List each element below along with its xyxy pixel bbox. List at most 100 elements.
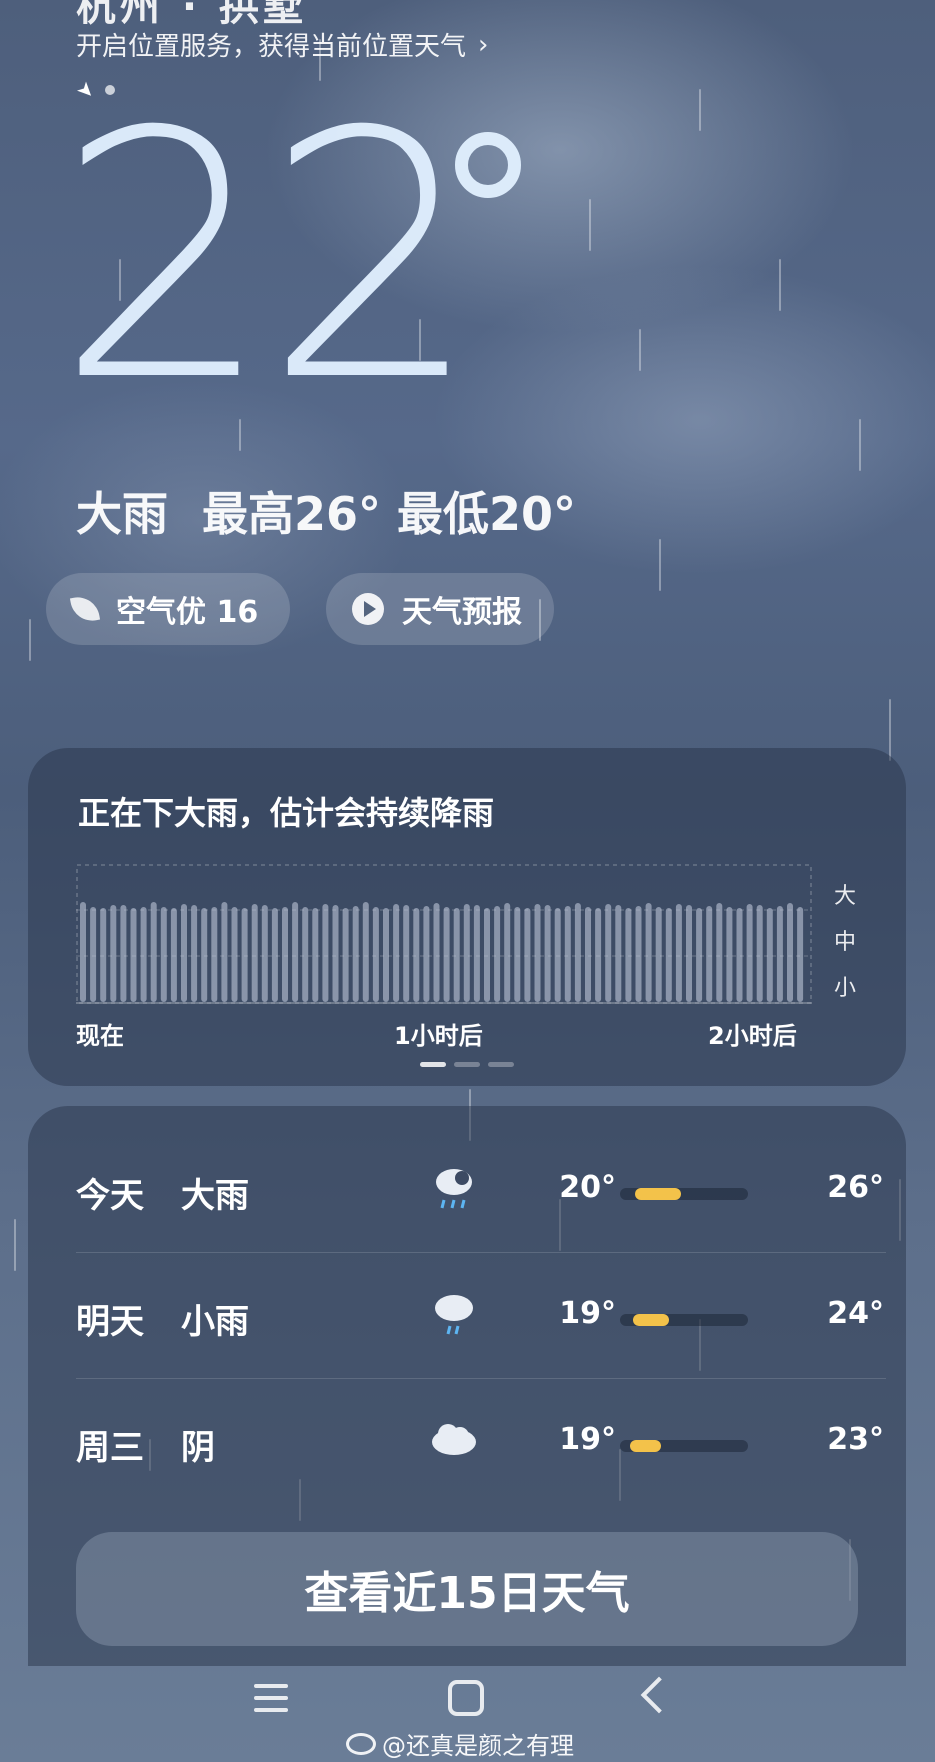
precip-bar [231,907,238,1002]
precip-bar [585,907,591,1002]
precip-bar [372,907,379,1002]
precip-bar [766,908,773,1002]
home-icon[interactable] [448,1680,484,1716]
precip-bar [514,907,521,1002]
precip-bar [140,907,147,1002]
precip-bar [362,902,369,1002]
precip-bar [665,908,672,1002]
precip-bar [544,905,551,1002]
precip-bar [352,906,359,1002]
precip-bar [191,905,198,1002]
precip-bar [635,906,642,1002]
location-service-prompt[interactable]: 开启位置服务，获得当前位置天气 › [76,26,488,63]
high-low: 最高26° 最低20° [202,478,576,544]
watermark-text: @还真是颜之有理 [382,1732,574,1760]
precip-bar [170,908,177,1002]
back-icon[interactable] [640,1676,678,1714]
leaf-icon [69,593,101,625]
precip-bar [534,904,541,1002]
precip-bar [423,906,430,1002]
weibo-logo-icon [346,1732,376,1755]
precip-bar [787,903,793,1002]
precip-bar [645,903,652,1002]
precip-bar [150,902,157,1002]
daily-row-wednesday[interactable]: 周三 阴 19° 23° [76,1378,886,1504]
precip-bar [675,904,682,1002]
precip-bar [443,907,450,1002]
precip-bar [625,908,632,1002]
precip-bar [453,908,460,1002]
precip-bar [524,908,531,1002]
precip-bar [312,908,319,1002]
precip-bar [574,903,581,1002]
precip-bar [130,908,137,1002]
precip-bar [110,905,117,1002]
day-condition: 小雨 [181,1302,249,1342]
pager-dot-1 [420,1062,446,1067]
time-2h: 2小时后 [708,1022,797,1050]
precip-bar [554,908,561,1002]
view-15-day-button[interactable]: 查看近15日天气 [76,1532,858,1646]
pager-dot-3 [488,1062,514,1067]
intensity-heavy: 大 [834,884,857,909]
heavy-rain-icon [436,1169,472,1209]
precip-bar [686,905,692,1002]
precip-bar [706,906,713,1002]
precip-bar [595,908,602,1002]
precip-bar [80,902,86,1002]
pager-dot-2 [454,1062,480,1067]
temp-range-bar [620,1440,748,1452]
time-1h: 1小时后 [394,1022,483,1050]
low-temp: 20° [559,1170,616,1205]
precip-bar [332,905,339,1002]
high-temp: 最高26° [202,487,382,541]
weather-screen: { "header": { "city_cut": "杭州 · 拱墅", "lo… [0,0,935,1762]
precip-bar [302,907,309,1002]
precip-bar [181,904,187,1002]
precip-bar [241,908,248,1002]
precip-bar [292,902,299,1002]
precip-bar [746,904,753,1002]
precip-bar [403,905,410,1002]
precip-bar [473,905,480,1002]
recent-apps-icon[interactable] [254,1684,288,1714]
precip-bar [484,908,490,1002]
high-temp: 23° [827,1422,884,1457]
precip-bar [756,905,763,1002]
aqi-label: 空气优 16 [116,595,259,630]
precip-bar [776,906,783,1002]
day-label: 明天 [76,1302,144,1342]
location-hint-text: 开启位置服务，获得当前位置天气 [76,32,467,62]
temp-range-bar [620,1188,748,1200]
intensity-light: 小 [834,976,857,1001]
high-temp: 26° [827,1170,884,1205]
precip-bar [90,907,97,1002]
precip-bar [696,908,703,1002]
low-temp: 19° [559,1422,616,1457]
precipitation-title: 正在下大雨，估计会持续降雨 [78,794,495,832]
precip-bar [342,908,349,1002]
precip-bar [716,903,723,1002]
precipitation-card[interactable]: 正在下大雨，估计会持续降雨 大 中 小 现在 1小时后 2小时后 [28,748,906,1086]
precip-bar [494,906,501,1002]
day-condition: 大雨 [181,1176,249,1216]
precip-bar [322,904,329,1002]
daily-row-today[interactable]: 今天 大雨 20° 26° [76,1126,886,1252]
precip-bar [120,905,127,1002]
day-label: 今天 [76,1176,144,1216]
precip-bar [605,904,612,1002]
daily-row-tomorrow[interactable]: 明天 小雨 19° 24° [76,1252,886,1378]
weather-forecast-button[interactable]: 天气预报 [326,573,554,645]
precipitation-chart [76,864,812,1004]
day-condition: 阴 [181,1428,215,1468]
intensity-medium: 中 [834,930,857,955]
current-condition-line: 大雨 最高26° 最低20° [76,478,576,544]
chevron-right-icon: › [478,29,489,60]
precip-bar [201,908,208,1002]
aqi-chip[interactable]: 空气优 16 [46,573,291,645]
temp-range-fill [630,1440,661,1452]
light-rain-icon [435,1295,473,1335]
precip-bar [383,908,389,1002]
cloudy-icon [432,1424,476,1455]
precip-bar [504,903,511,1002]
